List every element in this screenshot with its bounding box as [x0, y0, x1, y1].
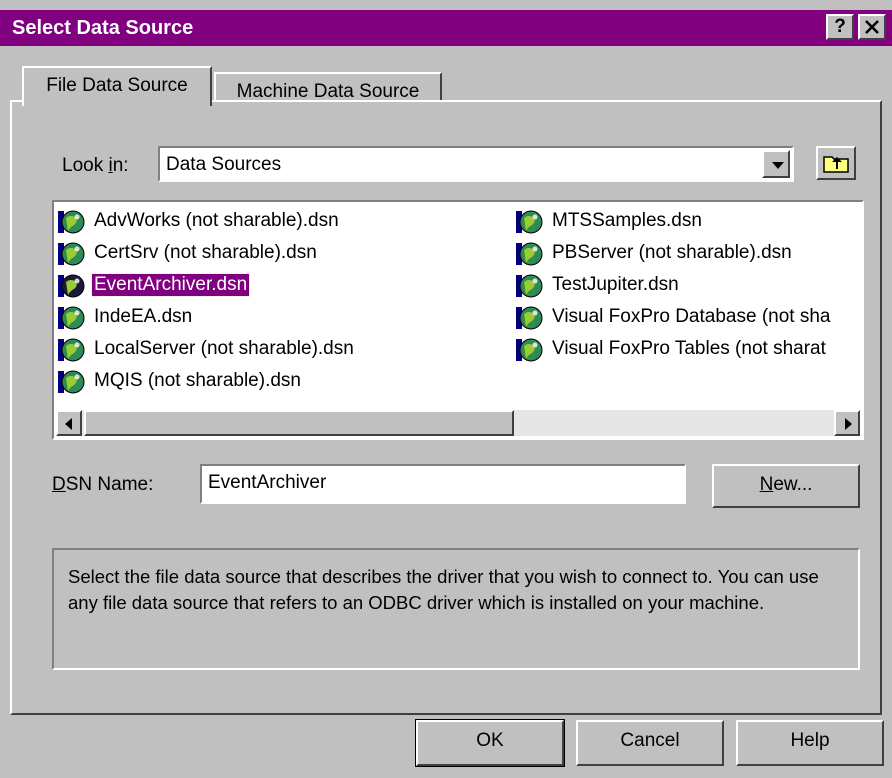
cancel-button[interactable]: Cancel — [576, 720, 724, 766]
up-folder-icon — [823, 156, 849, 173]
ok-button-label: OK — [476, 730, 504, 751]
arrow-right-icon — [845, 418, 852, 430]
scroll-left-button[interactable] — [56, 410, 82, 436]
title-bar: Select Data Source ? — [0, 10, 892, 46]
chevron-down-icon — [772, 162, 784, 169]
list-item[interactable]: TestJupiter.dsn — [516, 272, 862, 300]
list-item-label: IndeEA.dsn — [94, 306, 193, 327]
list-item-label: EventArchiver.dsn — [90, 273, 251, 297]
look-in-dropdown-button[interactable] — [762, 150, 790, 178]
close-icon — [865, 20, 879, 34]
list-item-label: CertSrv (not sharable).dsn — [94, 242, 317, 263]
list-item[interactable]: EventArchiver.dsn — [58, 272, 498, 300]
dsn-globe-icon — [58, 273, 86, 299]
help-title-button[interactable]: ? — [826, 14, 854, 40]
window-title: Select Data Source — [12, 17, 194, 39]
new-button[interactable]: New... — [712, 464, 860, 508]
dsn-globe-icon — [516, 305, 544, 331]
list-item-label: PBServer (not sharable).dsn — [552, 242, 792, 263]
tab-file-data-source-label: File Data Source — [46, 75, 188, 96]
dsn-globe-icon — [58, 241, 86, 267]
horizontal-scrollbar[interactable] — [56, 410, 860, 436]
arrow-left-icon — [65, 418, 72, 430]
dsn-globe-icon — [516, 241, 544, 267]
dsn-globe-icon — [58, 209, 86, 235]
dsn-globe-icon — [58, 305, 86, 331]
dsn-globe-icon — [516, 337, 544, 363]
scrollbar-thumb[interactable] — [84, 410, 514, 436]
description-text: Select the file data source that describ… — [68, 566, 819, 613]
scroll-right-button[interactable] — [834, 410, 860, 436]
description-box: Select the file data source that describ… — [52, 548, 860, 670]
dsn-name-input[interactable] — [208, 472, 668, 494]
dsn-globe-icon — [516, 273, 544, 299]
close-title-button[interactable] — [858, 14, 886, 40]
help-button-label: Help — [790, 730, 830, 751]
dsn-name-label: DSN Name: — [52, 474, 154, 495]
list-item[interactable]: PBServer (not sharable).dsn — [516, 240, 862, 268]
dsn-globe-icon — [58, 369, 86, 395]
list-item-label: Visual FoxPro Tables (not sharat — [552, 338, 826, 359]
list-item-label: MTSSamples.dsn — [552, 210, 702, 231]
file-list[interactable]: AdvWorks (not sharable).dsn CertSrv (not … — [52, 200, 864, 440]
ok-button[interactable]: OK — [415, 719, 565, 767]
list-item-label: MQIS (not sharable).dsn — [94, 370, 301, 391]
list-item[interactable]: AdvWorks (not sharable).dsn — [58, 208, 498, 236]
up-one-level-button[interactable] — [816, 146, 856, 180]
dsn-name-field[interactable] — [200, 464, 686, 504]
list-item[interactable]: MQIS (not sharable).dsn — [58, 368, 498, 396]
tab-file-data-source[interactable]: File Data Source — [22, 66, 212, 106]
list-item-label: AdvWorks (not sharable).dsn — [94, 210, 339, 231]
dsn-globe-icon — [58, 337, 86, 363]
help-button[interactable]: Help — [736, 720, 884, 766]
list-item-label: LocalServer (not sharable).dsn — [94, 338, 354, 359]
cancel-button-label: Cancel — [620, 730, 680, 751]
list-item[interactable]: IndeEA.dsn — [58, 304, 498, 332]
tab-machine-data-source-label: Machine Data Source — [236, 81, 420, 102]
list-item-label: Visual FoxPro Database (not sha — [552, 306, 831, 327]
list-item[interactable]: MTSSamples.dsn — [516, 208, 862, 236]
list-item[interactable]: Visual FoxPro Database (not sha — [516, 304, 862, 332]
list-item[interactable]: Visual FoxPro Tables (not sharat — [516, 336, 862, 364]
dsn-globe-icon — [516, 209, 544, 235]
list-item[interactable]: CertSrv (not sharable).dsn — [58, 240, 498, 268]
list-item-label: TestJupiter.dsn — [552, 274, 679, 295]
look-in-combo[interactable]: Data Sources — [158, 146, 794, 182]
look-in-value: Data Sources — [166, 154, 282, 175]
list-item[interactable]: LocalServer (not sharable).dsn — [58, 336, 498, 364]
look-in-label: Look in: — [62, 155, 129, 176]
